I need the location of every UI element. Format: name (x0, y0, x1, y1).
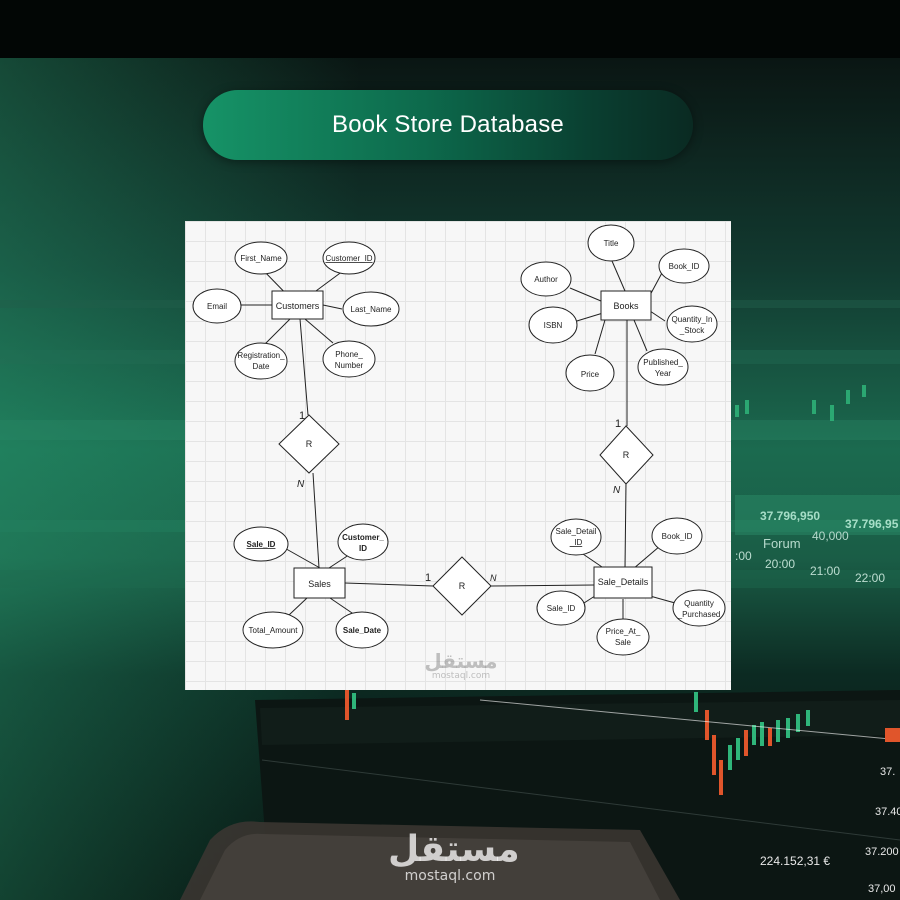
er-diagram-card: Customers First_Name Customer_ID Email L… (185, 221, 731, 690)
svg-text:Author: Author (534, 275, 558, 284)
svg-text:Sale: Sale (615, 638, 632, 647)
svg-text:ISBN: ISBN (544, 321, 563, 330)
svg-text:Year: Year (655, 369, 672, 378)
attr-sales-sale-date: Sale_Date (335, 611, 389, 649)
relationship-books-saledetails: R (599, 425, 654, 485)
svg-text:Customer_: Customer_ (342, 533, 384, 542)
attr-sales-total-amount: Total_Amount (242, 611, 304, 649)
attr-sales-customer-id: Customer_ ID (337, 523, 389, 561)
svg-text:_Stock: _Stock (679, 326, 705, 335)
attr-customers-registration-date: Registration_ Date (234, 342, 288, 380)
entity-books: Books (600, 290, 652, 321)
svg-text:Books: Books (613, 301, 639, 311)
svg-text:Registration_: Registration_ (237, 351, 285, 360)
entity-sales: Sales (293, 567, 346, 599)
attr-sales-sale-id: Sale_ID (233, 526, 289, 562)
attr-customers-email: Email (192, 288, 242, 324)
svg-text:Sale_ID: Sale_ID (247, 540, 276, 549)
svg-text:37.796,95: 37.796,95 (845, 517, 899, 531)
svg-text:37.200: 37.200 (865, 846, 899, 858)
title-banner: Book Store Database (203, 90, 693, 160)
attr-saledetails-book-id: Book_ID (651, 517, 703, 555)
svg-text:Email: Email (207, 302, 227, 311)
svg-text:40,000: 40,000 (812, 529, 849, 543)
attr-customers-last-name: Last_Name (342, 291, 400, 327)
svg-text:Total_Amount: Total_Amount (249, 626, 299, 635)
attr-books-author: Author (520, 261, 572, 297)
entity-customers: Customers (271, 290, 324, 320)
svg-text:20:00: 20:00 (765, 557, 795, 571)
page-title: Book Store Database (332, 111, 564, 138)
svg-text:Sales: Sales (308, 579, 331, 589)
svg-text:21:00: 21:00 (810, 564, 840, 578)
relationship-sales-saledetails: R (432, 556, 492, 616)
svg-text:Sale_Detail: Sale_Detail (556, 527, 597, 536)
attr-books-quantity-in-stock: Quantity_In _Stock (666, 305, 718, 343)
svg-text:_Purchased: _Purchased (677, 610, 721, 619)
svg-text:Sale_Date: Sale_Date (343, 626, 382, 635)
svg-text:224.152,31 €: 224.152,31 € (760, 854, 830, 868)
cardinality-r1-top: 1 (299, 410, 305, 422)
svg-text:R: R (459, 581, 466, 591)
cardinality-r2-top: 1 (615, 418, 621, 430)
attr-books-price: Price (565, 354, 615, 392)
svg-text:Price: Price (581, 370, 600, 379)
cardinality-r3-right: N (490, 573, 497, 583)
svg-text:R: R (306, 439, 313, 449)
attr-books-book-id: Book_ID (658, 248, 710, 284)
mostaql-logo: مستقل mostaql.com (388, 829, 520, 885)
relationship-customers-sales: R (278, 414, 340, 474)
svg-text:37.796,950: 37.796,950 (760, 509, 820, 523)
svg-text::00: :00 (735, 549, 752, 563)
attr-saledetails-price-at-sale: Price_At_ Sale (596, 618, 650, 656)
svg-text:Title: Title (604, 239, 619, 248)
attr-saledetails-quantity-purchased: Quantity _Purchased (672, 589, 726, 627)
svg-text:Sale_Details: Sale_Details (598, 577, 649, 587)
cardinality-r3-left: 1 (425, 572, 431, 584)
svg-text:Customers: Customers (276, 301, 320, 311)
attr-books-isbn: ISBN (528, 306, 578, 344)
attr-customers-phone-number: Phone_ Number (322, 340, 376, 378)
svg-text:Book_ID: Book_ID (669, 262, 700, 271)
svg-text:Number: Number (335, 361, 364, 370)
attr-books-published-year: Published_ Year (637, 348, 689, 386)
entity-sale-details: Sale_Details (593, 566, 653, 599)
svg-text:R: R (623, 450, 630, 460)
attr-customers-customer-id: Customer_ID (322, 241, 376, 275)
svg-text:Last_Name: Last_Name (351, 305, 392, 314)
svg-text:Forum: Forum (763, 536, 801, 551)
svg-text:Date: Date (253, 362, 270, 371)
svg-text:Quantity_In: Quantity_In (672, 315, 713, 324)
svg-text:Published_: Published_ (643, 358, 683, 367)
svg-text:Phone_: Phone_ (335, 350, 363, 359)
svg-text:37.: 37. (880, 766, 895, 778)
svg-text:ID: ID (359, 544, 367, 553)
attr-saledetails-sale-detail-id: Sale_Detail _ID (550, 518, 602, 556)
attr-books-title: Title (587, 224, 635, 262)
svg-text:37,00: 37,00 (868, 883, 896, 895)
attr-saledetails-sale-id: Sale_ID (536, 590, 586, 626)
svg-text:22:00: 22:00 (855, 571, 885, 585)
svg-text:Price_At_: Price_At_ (606, 627, 641, 636)
svg-text:_ID: _ID (569, 538, 583, 547)
card-watermark: مستقل mostaql.com (424, 649, 498, 681)
cardinality-r1-bottom: N (297, 479, 305, 490)
svg-text:Quantity: Quantity (684, 599, 714, 608)
attr-customers-first-name: First_Name (234, 241, 288, 275)
svg-text:Book_ID: Book_ID (662, 532, 693, 541)
svg-text:Customer_ID: Customer_ID (325, 254, 372, 263)
cardinality-r2-bottom: N (613, 485, 621, 496)
svg-text:37.40: 37.40 (875, 806, 900, 818)
svg-text:First_Name: First_Name (240, 254, 282, 263)
svg-text:Sale_ID: Sale_ID (547, 604, 576, 613)
er-diagram: Customers First_Name Customer_ID Email L… (192, 224, 726, 656)
